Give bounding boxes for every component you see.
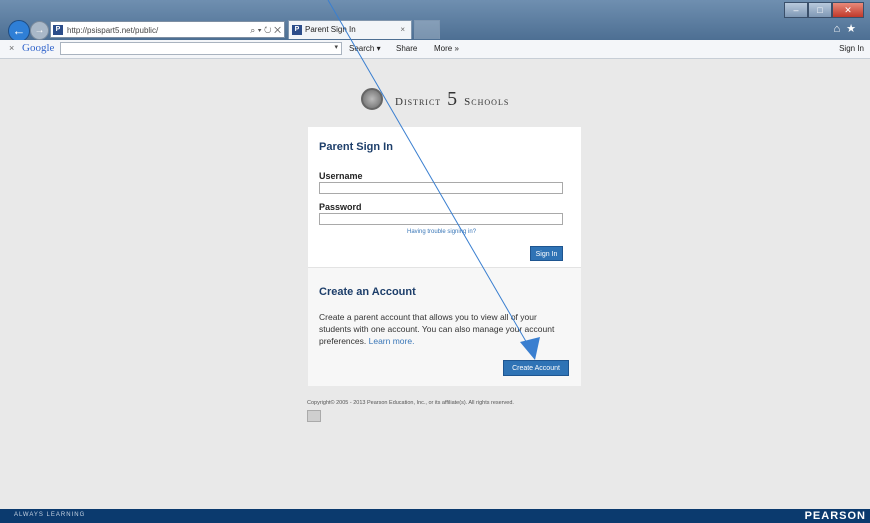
schools-word: Schools bbox=[464, 95, 510, 108]
tab-title: Parent Sign In bbox=[305, 25, 356, 34]
learn-more-link[interactable]: Learn more. bbox=[369, 336, 415, 346]
google-search-button[interactable]: Search ▾ bbox=[349, 44, 381, 53]
create-account-description: Create a parent account that allows you … bbox=[319, 311, 571, 347]
home-favorites-icons[interactable]: ⌂★ bbox=[833, 22, 862, 35]
sign-in-section: Parent Sign In Username Password Having … bbox=[308, 127, 581, 267]
toolbar-sign-in-link[interactable]: Sign In bbox=[839, 44, 864, 53]
copyright-text: Copyright© 2005 - 2013 Pearson Education… bbox=[307, 400, 514, 406]
district-number: 5 bbox=[447, 87, 459, 110]
new-tab-button[interactable] bbox=[414, 20, 440, 39]
minimize-button[interactable]: – bbox=[784, 2, 808, 18]
favicon-icon: P bbox=[53, 25, 63, 35]
close-window-button[interactable]: ✕ bbox=[832, 2, 864, 18]
create-account-button[interactable]: Create Account bbox=[503, 360, 569, 376]
footer-bar: ALWAYS LEARNING PEARSON bbox=[0, 509, 870, 523]
google-search-input[interactable]: ▾ bbox=[60, 42, 342, 55]
page-icon bbox=[307, 410, 321, 422]
district-seal-icon bbox=[361, 88, 383, 110]
window-controls: – □ ✕ bbox=[784, 2, 864, 18]
district-logo: District 5 Schools bbox=[361, 86, 509, 112]
google-logo: Google bbox=[22, 42, 55, 54]
district-word: District bbox=[395, 95, 442, 108]
tab-favicon-icon: P bbox=[292, 25, 302, 35]
tab-parent-sign-in[interactable]: P Parent Sign In × bbox=[288, 20, 412, 39]
username-label: Username bbox=[319, 171, 363, 181]
create-account-title: Create an Account bbox=[319, 286, 416, 298]
username-input[interactable] bbox=[319, 182, 563, 194]
create-account-text: Create a parent account that allows you … bbox=[319, 312, 555, 346]
forward-icon[interactable]: → bbox=[30, 21, 49, 40]
password-input[interactable] bbox=[319, 213, 563, 225]
address-bar[interactable]: P http://psispart5.net/public/ ⌕ ▾ ↻ ✕ bbox=[50, 21, 285, 38]
tab-close-icon[interactable]: × bbox=[400, 21, 405, 39]
toolbar-close-icon[interactable]: × bbox=[9, 43, 14, 53]
district-name: District 5 Schools bbox=[395, 88, 509, 111]
sign-in-panel: Parent Sign In Username Password Having … bbox=[308, 127, 581, 386]
back-icon[interactable]: ← bbox=[8, 20, 30, 42]
maximize-button[interactable]: □ bbox=[808, 2, 832, 18]
google-toolbar: × Google ▾ Search ▾ Share More » Sign In bbox=[0, 40, 870, 59]
sign-in-title: Parent Sign In bbox=[319, 141, 393, 153]
sign-in-button[interactable]: Sign In bbox=[530, 246, 563, 261]
chevron-down-icon[interactable]: ▾ bbox=[334, 43, 338, 51]
trouble-signing-in-link[interactable]: Having trouble signing in? bbox=[407, 229, 476, 235]
footer-tagline: ALWAYS LEARNING bbox=[14, 512, 86, 518]
browser-chrome: – □ ✕ ← → P http://psispart5.net/public/… bbox=[0, 0, 870, 59]
address-tools-icons[interactable]: ⌕ ▾ ↻ ✕ bbox=[250, 22, 281, 39]
more-button[interactable]: More » bbox=[434, 44, 459, 53]
password-label: Password bbox=[319, 202, 362, 212]
pearson-logo: PEARSON bbox=[804, 510, 866, 522]
address-url: http://psispart5.net/public/ bbox=[67, 26, 159, 35]
share-button[interactable]: Share bbox=[396, 44, 417, 53]
